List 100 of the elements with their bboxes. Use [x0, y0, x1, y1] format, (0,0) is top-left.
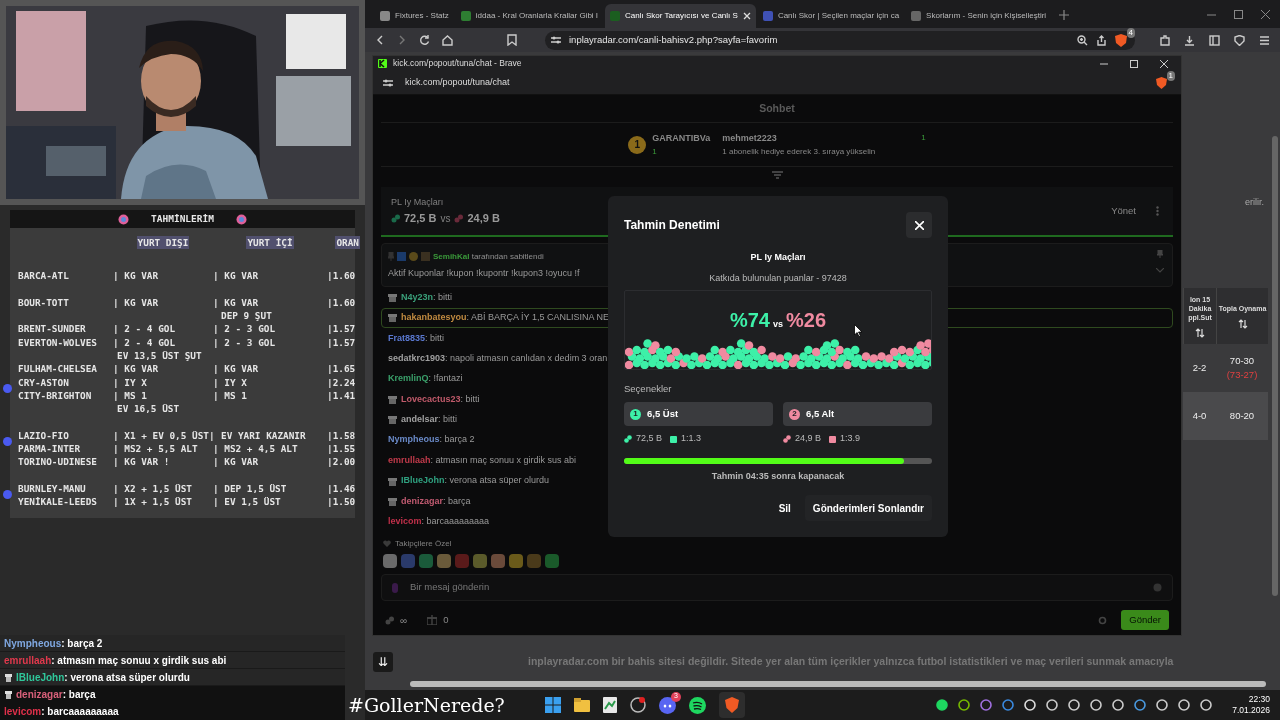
menu-icon[interactable] [1259, 34, 1270, 46]
browser-tab[interactable]: Canlı Skor | Seçilen maçlar için ca [757, 4, 905, 28]
chat-message: emrullaah: atmasın maç sonuu x girdik sus abi [4, 653, 227, 668]
chart-app-icon[interactable] [603, 697, 617, 713]
table-cell: | KG VAR [213, 270, 259, 282]
chat-message: Nympheous: barça 2 [4, 636, 103, 651]
window-title: kick.com/popout/tuna/chat - Brave [393, 57, 522, 71]
browser-tab[interactable]: Skorlarım - Senin için Kişiselleştiri [906, 4, 1052, 28]
sort-icon[interactable] [1195, 327, 1205, 338]
clock[interactable]: 22:30 7.01.2026 [1232, 694, 1270, 716]
download-icon[interactable] [1184, 34, 1195, 46]
prediction-title: PL Iy Maçları [391, 196, 444, 210]
chat-message: andelsar: bitti [401, 413, 458, 427]
table-cell: | X2 + 1,5 ÜST [113, 483, 193, 495]
close-icon[interactable] [1160, 59, 1168, 68]
site-icon [460, 11, 471, 21]
tray-icon[interactable] [1156, 699, 1169, 711]
chat-message: denizagar: barça [16, 688, 96, 702]
tray-icon[interactable] [1178, 699, 1191, 711]
home-icon[interactable] [442, 34, 453, 46]
tray-icon[interactable] [1068, 699, 1081, 711]
puzzle-icon[interactable] [1159, 34, 1170, 46]
scroll-down-button[interactable]: ⇊ [373, 652, 393, 672]
browser-tab[interactable]: iddaa - Kral Oranlarla Krallar Gibi I [455, 4, 604, 28]
lion-shield-icon[interactable] [1115, 33, 1127, 47]
pin-icon [388, 252, 394, 262]
reload-icon[interactable] [419, 34, 430, 46]
bookmark-icon[interactable] [507, 34, 517, 46]
maximize-icon[interactable] [1234, 10, 1243, 19]
table-cell: | 2 - 4 GOL [113, 323, 176, 335]
option-button[interactable]: 2 6,5 Alt [783, 402, 932, 427]
table-cell-text: 2-2 [1192, 360, 1207, 375]
site-settings-icon[interactable] [551, 35, 561, 45]
browser-tab[interactable]: Fixtures - Statz [375, 4, 454, 28]
site-settings-icon[interactable] [383, 78, 393, 88]
timer-text: Tahmin 04:35 sonra kapanacak [711, 469, 845, 483]
table-cell: | KG VAR [113, 270, 159, 282]
panel-title: TAHMİNLERİM [151, 211, 214, 226]
horizontal-scrollbar[interactable] [410, 681, 1266, 687]
chat-message: N4y23n: bitti [401, 290, 453, 304]
delete-button[interactable]: Sil [770, 495, 799, 522]
table-cell: |1.46 [327, 483, 356, 495]
sidebar-icon[interactable] [1209, 34, 1220, 46]
new-tab-icon[interactable] [1059, 10, 1070, 20]
ratio-icon [829, 435, 837, 443]
table-cell: |1.50 [327, 496, 356, 508]
points-count: ∞ [400, 613, 408, 628]
points-text: Katkıda bulunulan puanlar - 97428 [709, 271, 847, 285]
tray-icon[interactable] [936, 699, 949, 711]
lion-shield-icon[interactable] [725, 697, 739, 713]
close-icon[interactable] [1261, 10, 1270, 19]
forward-icon[interactable] [397, 35, 407, 45]
table-cell: | MS 1 [113, 389, 147, 401]
table-cell: |2.24 [327, 376, 356, 388]
more-icon[interactable] [1156, 206, 1159, 217]
zoom-icon[interactable] [1077, 34, 1088, 46]
tray-icon[interactable] [1134, 699, 1147, 711]
tray-icon[interactable] [1046, 699, 1059, 711]
points-icon [783, 435, 791, 443]
page-text: erilir. [1245, 196, 1264, 209]
send-button[interactable]: Gönder [1121, 610, 1169, 630]
end-submissions-button[interactable]: Gönderimleri Sonlandır [804, 495, 932, 522]
option-button[interactable]: 1 6,5 Üst [624, 402, 773, 427]
maximize-icon[interactable] [1130, 59, 1138, 68]
share-icon[interactable] [1096, 34, 1107, 46]
close-button[interactable] [906, 212, 932, 238]
chat-app-icon[interactable] [659, 696, 676, 714]
folder-icon[interactable] [574, 698, 590, 712]
tray-icon[interactable] [1200, 699, 1213, 711]
table-cell: | IY X [213, 376, 247, 388]
table-cell: |2.00 [327, 456, 356, 468]
tray-icon[interactable] [1112, 699, 1125, 711]
lion-shield-icon[interactable] [1156, 77, 1167, 89]
vertical-scrollbar[interactable] [1272, 136, 1278, 596]
count-badge: 1 [1166, 71, 1175, 81]
tray-icon[interactable] [1090, 699, 1103, 711]
back-icon[interactable] [375, 35, 385, 45]
shield-icon[interactable] [1234, 34, 1245, 46]
table-cell: 70-30 [1229, 353, 1255, 368]
gift-count: 0 [443, 612, 449, 627]
sort-icon[interactable] [1237, 318, 1248, 329]
ball-icon [118, 213, 130, 225]
site-icon [380, 11, 390, 21]
table-cell: PARMA-INTER [18, 443, 81, 455]
emote-icon[interactable] [383, 554, 397, 568]
points-amount: 72,5 B [636, 432, 663, 446]
emote-icon[interactable] [509, 554, 523, 568]
url-text: kick.com/popout/tuna/chat [405, 76, 511, 90]
chat-message: emrullaah: atmasın maç sonuu x girdik sus abi [388, 453, 577, 467]
points-amount: 24,9 B [795, 432, 822, 446]
manage-link[interactable]: Yönet [1111, 204, 1136, 219]
points-icon [385, 615, 394, 625]
points-icon [454, 213, 464, 223]
tray-icon[interactable] [958, 699, 971, 711]
table-cell: | KG VAR [213, 363, 259, 375]
music-app-icon[interactable] [689, 696, 706, 714]
share-percent: %74 [729, 308, 770, 333]
emote-icon[interactable] [437, 554, 451, 568]
browser-tab[interactable]: Canlı Skor Tarayıcısı ve Canlı S [605, 4, 756, 28]
app-icon[interactable] [630, 697, 646, 713]
